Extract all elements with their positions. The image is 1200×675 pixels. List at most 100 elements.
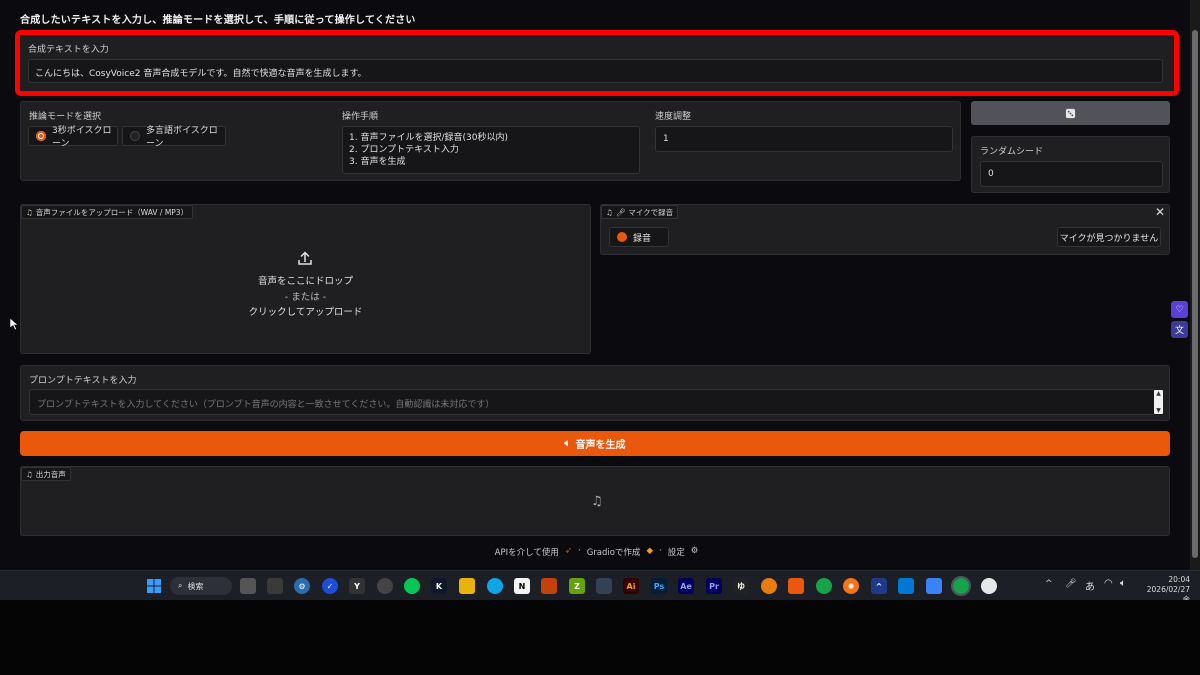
burst-app-icon[interactable]: ✺ [843, 578, 859, 594]
notepad-icon[interactable] [926, 578, 942, 594]
houdini-icon[interactable] [788, 578, 804, 594]
speed-input[interactable]: 1 [655, 126, 953, 152]
notion-app-icon[interactable]: N [514, 578, 530, 594]
step-item: 3. 音声を生成 [349, 157, 406, 167]
taskbar-search-label: 検索 [187, 581, 204, 591]
steps-label: 操作手順 [342, 112, 379, 122]
speed-label: 速度調整 [655, 112, 692, 122]
z-app-icon[interactable]: Z [569, 578, 585, 594]
footer-separator: · [577, 546, 581, 556]
prompt-scrollbar[interactable]: ▲ ▼ [1154, 390, 1163, 414]
k-app-icon[interactable]: K [431, 578, 447, 594]
premiere-icon[interactable]: Pr [706, 578, 722, 594]
output-audio-panel: ♫ 出力音声 ♫ [20, 466, 1170, 536]
photoshop-icon[interactable]: Ps [651, 578, 667, 594]
search-icon: ⌕ [178, 581, 183, 590]
music-note-icon: ♫ [26, 207, 33, 217]
windows-start-icon[interactable] [146, 578, 162, 594]
radio-unselected-icon [130, 131, 140, 141]
step-item: 1. 音声ファイルを選択/録音(30秒以内) [349, 133, 508, 143]
task-view-icon[interactable] [240, 578, 256, 594]
fl-studio-icon[interactable] [541, 578, 557, 594]
seed-panel: ランダムシード 0 [971, 136, 1170, 193]
chevron-up-icon[interactable]: ^ [1045, 579, 1053, 589]
record-dot-icon [617, 232, 627, 242]
yu-app-icon[interactable]: ゆ [733, 578, 749, 594]
gradio-link[interactable]: Gradioで作成 [587, 546, 641, 558]
after-effects-icon[interactable]: Ae [678, 578, 694, 594]
record-label: 録音 [633, 233, 652, 244]
y-app-icon[interactable]: Y [349, 578, 365, 594]
mode-option-label: 3秒ボイスクローン [52, 126, 112, 149]
volume-icon[interactable]: 🔈︎ [1120, 578, 1126, 589]
api-link[interactable]: APIを介して使用 [495, 546, 559, 558]
chrome-active-icon[interactable] [951, 576, 971, 596]
davinci-icon[interactable] [596, 578, 612, 594]
illustrator-icon[interactable]: Ai [623, 578, 639, 594]
arc-app-icon[interactable]: ^ [871, 578, 887, 594]
taskbar-search[interactable]: ⌕ 検索 [170, 577, 232, 595]
dice-icon [1065, 108, 1076, 118]
prompt-text-input[interactable]: プロンプトテキストを入力してください（プロンプト音声の内容と一致させてください。… [29, 389, 1156, 415]
output-tag: ♫ 出力音声 [21, 467, 71, 481]
scroll-down-icon[interactable]: ▼ [1156, 407, 1161, 414]
speaker-icon: 🔈︎ [564, 438, 571, 449]
synthesis-text-input[interactable]: こんにちは、CosyVoice2 音声合成モデルです。自然で快適な音声を生成しま… [28, 59, 1163, 83]
mic-record-panel: ♫ 🎤︎ マイクで録音 ✕ 録音 マイクが見つかりません [600, 204, 1170, 255]
mode-option-multilingual[interactable]: 多言語ボイスクローン [122, 126, 226, 149]
radio-selected-icon [36, 131, 46, 141]
wifi-icon[interactable]: ◠ [1104, 578, 1113, 589]
scroll-up-icon[interactable]: ▲ [1156, 390, 1161, 397]
blender-icon[interactable] [761, 578, 777, 594]
windows-taskbar: ⌕ 検索 ⚙ ✓ Y K N Z Ai Ps Ae Pr ゆ ✺ ^ ^ 🎤︎ … [0, 570, 1200, 604]
settings-link[interactable]: 設定 [668, 546, 685, 558]
seed-label: ランダムシード [980, 147, 1044, 157]
rocket-icon: ➶ [564, 546, 572, 556]
synthesis-text-panel: 合成テキストを入力 こんにちは、CosyVoice2 音声合成モデルです。自然で… [15, 30, 1179, 96]
random-seed-button[interactable] [971, 101, 1170, 125]
close-icon[interactable]: ✕ [1155, 205, 1165, 219]
upload-or-text: - または - [284, 292, 327, 303]
generate-audio-button[interactable]: 🔈︎ 音声を生成 [20, 431, 1170, 456]
record-button[interactable]: 録音 [609, 227, 669, 247]
circle-app-icon[interactable] [981, 578, 997, 594]
gradio-logo-icon: ◆ [646, 546, 653, 556]
edge-browser-icon[interactable] [487, 578, 503, 594]
page-scrollbar[interactable] [1190, 0, 1200, 570]
extension-heart-icon[interactable]: ♡ [1171, 301, 1188, 318]
page-instructions: 合成したいテキストを入力し、推論モードを選択して、手順に従って操作してください [20, 15, 416, 26]
microphone-icon: 🎤︎ [615, 207, 626, 217]
prompt-text-label: プロンプトテキストを入力 [29, 376, 137, 386]
upload-drop-text: 音声をここにドロップ [257, 276, 353, 287]
page-scrollbar-thumb[interactable] [1192, 30, 1198, 558]
desktop-app-icon[interactable] [267, 578, 283, 594]
offscreen-area [0, 600, 1200, 675]
mode-label: 推論モードを選択 [29, 112, 102, 122]
translate-icon[interactable]: 文 [1171, 321, 1188, 338]
gear-icon: ⚙ [690, 546, 699, 556]
github-app-icon[interactable] [377, 578, 393, 594]
mode-option-3sec[interactable]: 3秒ボイスクローン [28, 126, 118, 149]
audio-upload-dropzone[interactable]: ♫ 音声ファイルをアップロード（WAV / MP3） 音声をここにドロップ - … [20, 204, 591, 354]
synthesis-text-label: 合成テキストを入力 [28, 45, 109, 55]
line-app-icon[interactable] [404, 578, 420, 594]
file-explorer-icon[interactable] [459, 578, 475, 594]
mic-tag-label: マイクで録音 [628, 207, 674, 217]
microphone-tray-icon[interactable]: 🎤︎ [1065, 579, 1076, 589]
chrome-icon[interactable] [816, 578, 832, 594]
clock-time: 20:04 [1168, 575, 1190, 584]
footer-separator: · [658, 546, 662, 556]
music-note-icon: ♫ [591, 494, 603, 509]
check-app-icon[interactable]: ✓ [322, 578, 338, 594]
mouse-cursor-icon [10, 318, 18, 330]
settings-app-icon[interactable]: ⚙ [294, 578, 310, 594]
seed-input[interactable]: 0 [980, 161, 1163, 187]
mic-device-select[interactable]: マイクが見つかりません [1057, 227, 1161, 247]
vscode-icon[interactable] [898, 578, 914, 594]
mic-tag: ♫ 🎤︎ マイクで録音 [601, 205, 679, 219]
music-note-icon: ♫ [606, 207, 613, 217]
ime-indicator[interactable]: あ [1085, 578, 1095, 593]
step-item: 2. プロンプトテキスト入力 [349, 145, 459, 155]
output-tag-label: 出力音声 [35, 469, 66, 479]
prompt-text-panel: プロンプトテキストを入力 プロンプトテキストを入力してください（プロンプト音声の… [20, 365, 1170, 421]
